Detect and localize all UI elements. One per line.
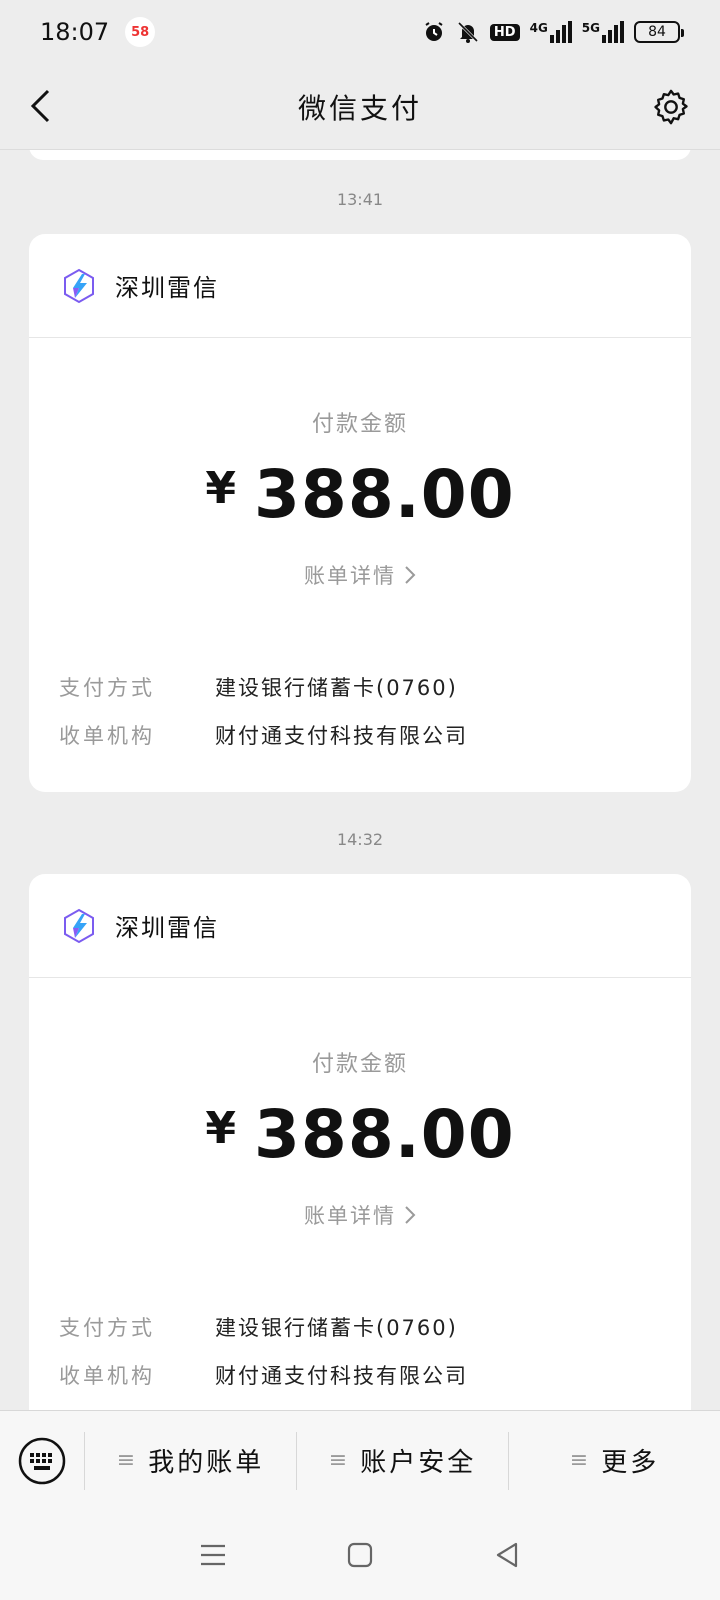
info-value: 建设银行储蓄卡(0760) xyxy=(215,1316,458,1340)
payment-amount: ¥ 388.00 xyxy=(29,456,691,533)
home-button[interactable] xyxy=(338,1533,382,1577)
payment-card[interactable]: 深圳雷信 付款金额 ¥ 388.00 账单详情 支付方式 建设银行储蓄卡(076… xyxy=(29,234,691,792)
menu-account-security[interactable]: ≡ 账户安全 xyxy=(297,1411,508,1511)
app-58-icon: 58 xyxy=(125,17,156,47)
merchant-name: 深圳雷信 xyxy=(115,274,219,302)
alarm-icon xyxy=(422,20,446,44)
amount-value: 388.00 xyxy=(253,456,515,533)
merchant-logo-icon xyxy=(64,908,94,943)
menu-icon xyxy=(201,1544,226,1566)
nav-bar: 微信支付 xyxy=(0,64,720,150)
system-back-button[interactable] xyxy=(485,1533,529,1577)
payment-amount: ¥ 388.00 xyxy=(29,1096,691,1173)
recent-apps-button[interactable] xyxy=(191,1533,235,1577)
message-list[interactable]: 13:41 深圳雷信 付款金额 ¥ 388.00 账单详情 支付方式 建设银行储… xyxy=(0,150,720,1410)
info-row-payment-method: 支付方式 建设银行储蓄卡(0760) xyxy=(59,672,458,702)
amount-value: 388.00 xyxy=(253,1096,515,1173)
status-time: 18:07 xyxy=(40,18,110,46)
gear-icon xyxy=(654,89,688,125)
message-time: 14:32 xyxy=(336,830,384,849)
info-key: 收单机构 xyxy=(59,724,155,748)
card-header[interactable]: 深圳雷信 xyxy=(29,874,691,978)
menu-my-bills[interactable]: ≡ 我的账单 xyxy=(85,1411,296,1511)
mute-bell-icon xyxy=(456,20,480,44)
menu-lines-icon: ≡ xyxy=(569,1448,592,1473)
menu-label: 更多 xyxy=(601,1448,660,1478)
info-value: 建设银行储蓄卡(0760) xyxy=(215,676,458,700)
info-value: 财付通支付科技有限公司 xyxy=(215,724,468,748)
keyboard-toggle-button[interactable] xyxy=(0,1411,84,1511)
square-icon xyxy=(347,1542,373,1568)
chevron-right-icon xyxy=(404,565,416,585)
net-label-5g: 5G xyxy=(581,21,600,35)
signal-4g-icon: 4G xyxy=(530,21,572,43)
info-row-payment-method: 支付方式 建设银行储蓄卡(0760) xyxy=(59,1312,458,1342)
info-key: 支付方式 xyxy=(59,1316,155,1340)
menu-label: 我的账单 xyxy=(148,1448,265,1478)
menu-lines-icon: ≡ xyxy=(116,1448,139,1473)
status-bar: 18:07 58 HD 4G 5G 84 xyxy=(0,0,720,64)
payment-card[interactable]: 深圳雷信 付款金额 ¥ 388.00 账单详情 支付方式 建设银行储蓄卡(076… xyxy=(29,874,691,1410)
page-title: 微信支付 xyxy=(297,91,422,125)
merchant-logo-icon xyxy=(64,268,94,303)
message-time: 13:41 xyxy=(336,190,384,209)
amount-label: 付款金额 xyxy=(311,1052,408,1077)
amount-label: 付款金额 xyxy=(311,412,408,437)
bottom-menu: ≡ 我的账单 ≡ 账户安全 ≡ 更多 xyxy=(0,1410,720,1510)
hd-icon: HD xyxy=(489,23,520,41)
bill-details-link[interactable]: 账单详情 xyxy=(29,1200,691,1230)
keyboard-icon xyxy=(18,1437,66,1484)
menu-lines-icon: ≡ xyxy=(328,1448,351,1473)
currency-symbol: ¥ xyxy=(205,1103,236,1154)
signal-5g-icon: 5G xyxy=(582,21,624,43)
previous-card xyxy=(29,150,691,160)
info-row-acquirer: 收单机构 财付通支付科技有限公司 xyxy=(59,1360,468,1390)
status-icons: HD 4G 5G 84 xyxy=(422,20,684,44)
card-header[interactable]: 深圳雷信 xyxy=(29,234,691,338)
bill-details-label: 账单详情 xyxy=(304,1204,396,1228)
triangle-back-icon xyxy=(496,1542,517,1568)
info-key: 收单机构 xyxy=(59,1364,155,1388)
bill-details-link[interactable]: 账单详情 xyxy=(29,560,691,590)
system-nav-bar xyxy=(0,1510,720,1600)
bill-details-label: 账单详情 xyxy=(304,564,396,588)
menu-more[interactable]: ≡ 更多 xyxy=(509,1411,720,1511)
info-value: 财付通支付科技有限公司 xyxy=(215,1364,468,1388)
net-label-4g: 4G xyxy=(529,21,548,35)
battery-icon: 84 xyxy=(634,21,684,43)
currency-symbol: ¥ xyxy=(205,463,236,514)
settings-button[interactable] xyxy=(648,84,694,130)
chevron-left-icon xyxy=(30,89,50,123)
back-button[interactable] xyxy=(18,84,62,128)
info-key: 支付方式 xyxy=(59,676,155,700)
chevron-right-icon xyxy=(404,1205,416,1225)
merchant-name: 深圳雷信 xyxy=(115,914,219,942)
menu-label: 账户安全 xyxy=(360,1448,477,1478)
info-row-acquirer: 收单机构 财付通支付科技有限公司 xyxy=(59,720,468,750)
